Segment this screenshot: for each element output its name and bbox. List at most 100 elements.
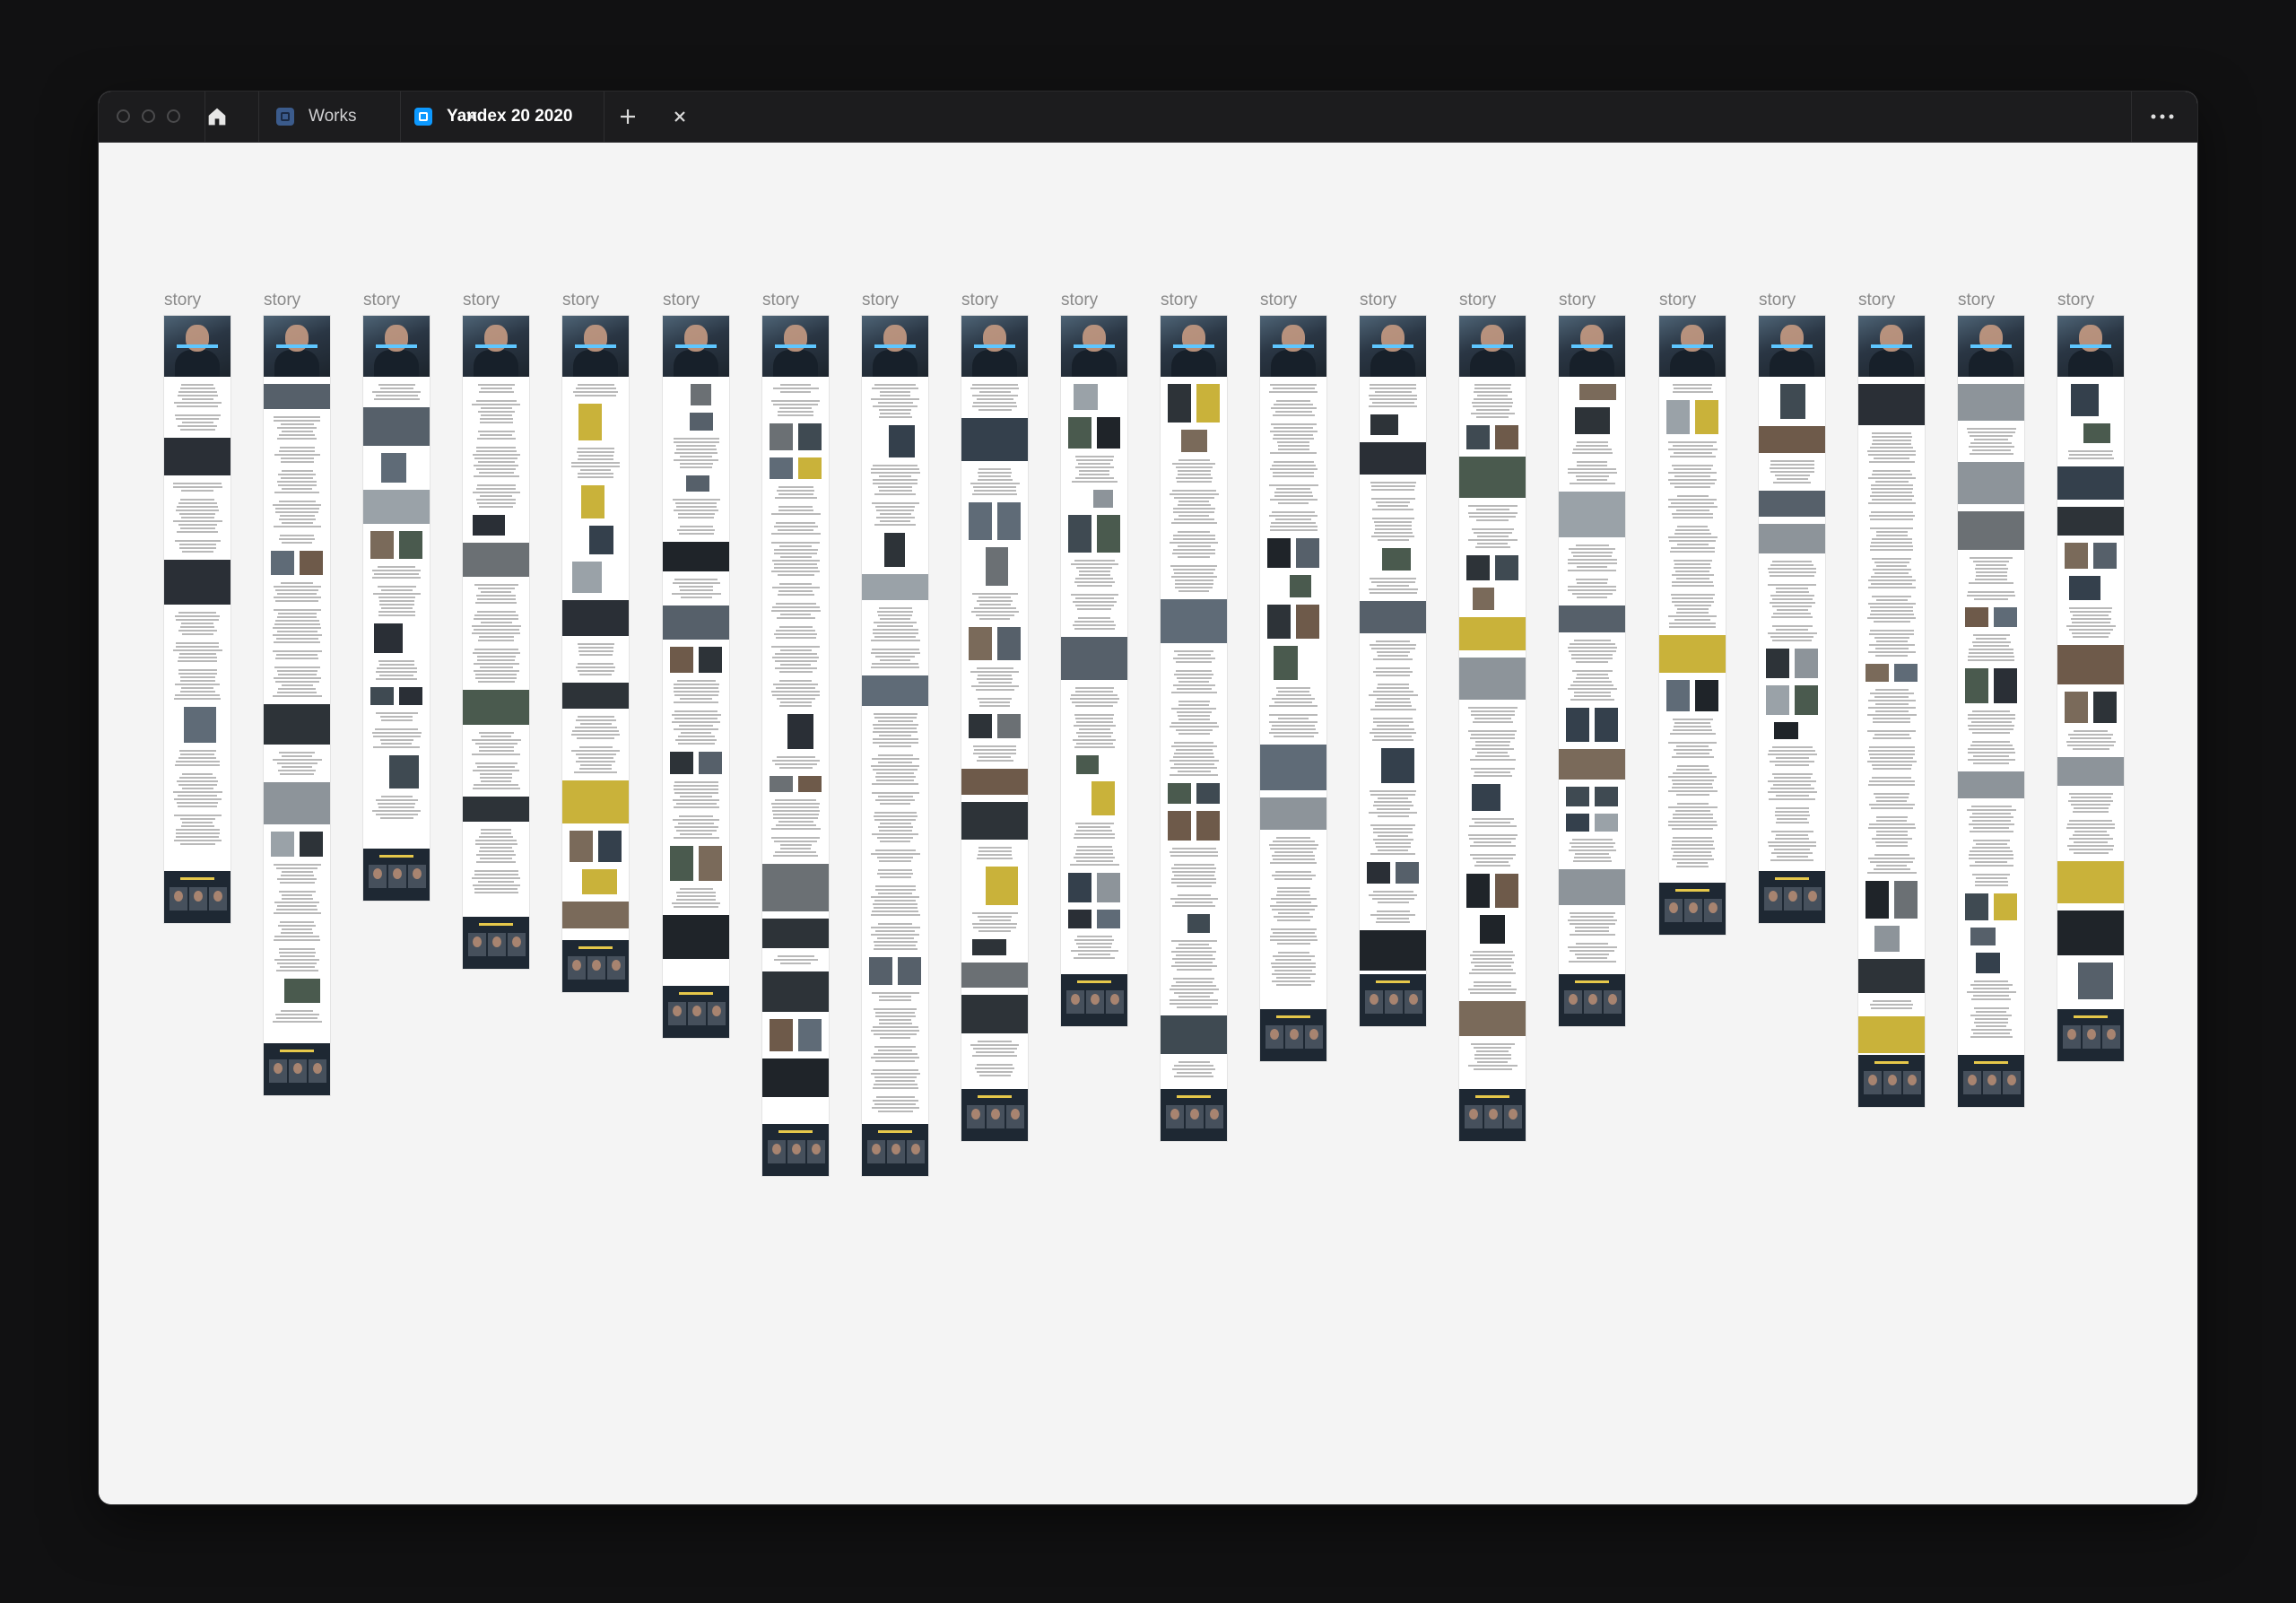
text-line <box>1967 595 2015 597</box>
text-line <box>479 506 513 508</box>
frame-photo <box>1566 708 1589 742</box>
frame-label[interactable]: story <box>663 291 700 310</box>
story-frame[interactable] <box>1161 316 1227 1141</box>
frame-label[interactable]: story <box>961 291 998 310</box>
story-frame[interactable] <box>1958 316 2024 1107</box>
text-line <box>1377 651 1410 653</box>
text-line <box>1171 745 1217 747</box>
text-line <box>1372 402 1414 404</box>
text-line <box>778 411 813 413</box>
frame-label[interactable]: story <box>1360 291 1396 310</box>
frame-label[interactable]: story <box>1759 291 1796 310</box>
text-line <box>478 681 515 683</box>
design-canvas[interactable]: story story story story story story story story… <box>99 143 2197 1504</box>
story-frame[interactable] <box>961 316 1028 1141</box>
story-frame[interactable] <box>1659 316 1726 935</box>
story-frame[interactable] <box>1360 316 1426 1026</box>
story-frame[interactable] <box>1260 316 1326 1061</box>
more-horizontal-icon[interactable] <box>2149 108 2176 126</box>
text-line <box>1876 599 1908 601</box>
frame-label[interactable]: story <box>1858 291 1895 310</box>
text-line <box>376 671 417 673</box>
text-line <box>773 814 819 815</box>
tab-yandex-20-2020[interactable]: Yandex 20 2020 <box>414 91 685 142</box>
frame-label[interactable]: story <box>363 291 400 310</box>
window-minimize-control[interactable] <box>142 109 155 123</box>
text-line <box>1771 616 1813 618</box>
frame-label[interactable]: story <box>1559 291 1596 310</box>
frame-photo <box>2057 645 2124 684</box>
frame-label[interactable]: story <box>164 291 201 310</box>
frame-label[interactable]: story <box>1061 291 1098 310</box>
text-line <box>874 1084 918 1085</box>
frame-photo <box>1061 637 1127 680</box>
text-line <box>1374 801 1412 803</box>
story-frame[interactable] <box>862 316 928 1176</box>
frame-label[interactable]: story <box>862 291 899 310</box>
text-line <box>1672 787 1713 788</box>
text-line <box>277 427 317 429</box>
text-line <box>973 486 1016 488</box>
text-line <box>1170 989 1219 990</box>
story-frame[interactable] <box>762 316 829 1176</box>
text-line <box>879 490 912 492</box>
frame-label[interactable]: story <box>1459 291 1496 310</box>
story-frame[interactable] <box>663 316 729 1038</box>
frame-label[interactable]: story <box>762 291 799 310</box>
story-frame[interactable] <box>363 316 430 901</box>
story-frame[interactable] <box>2057 316 2124 1061</box>
text-line <box>872 992 919 994</box>
text-line <box>875 889 916 891</box>
story-frame[interactable] <box>562 316 629 992</box>
home-icon[interactable] <box>204 104 230 129</box>
text-line <box>674 826 718 828</box>
text-line <box>1371 581 1415 583</box>
text-line <box>1175 583 1213 585</box>
story-frame[interactable] <box>164 316 230 923</box>
text-line <box>1178 474 1211 475</box>
story-frame[interactable] <box>1858 316 1925 1107</box>
text-line <box>580 764 612 766</box>
frame-label[interactable]: story <box>562 291 599 310</box>
frame-label[interactable]: story <box>1161 291 1197 310</box>
text-line <box>1675 571 1709 572</box>
frame-photo <box>374 623 403 653</box>
plus-icon[interactable] <box>617 106 639 127</box>
window-close-control[interactable] <box>117 109 130 123</box>
text-line <box>1270 431 1318 432</box>
text-line <box>578 647 613 649</box>
text-line <box>771 610 821 612</box>
frame-label[interactable]: story <box>463 291 500 310</box>
text-line <box>178 757 216 759</box>
text-line <box>1074 837 1115 839</box>
text-line <box>1075 578 1113 579</box>
frame-photo <box>399 687 422 705</box>
text-line <box>1968 752 2015 754</box>
story-frame[interactable] <box>463 316 529 969</box>
text-line <box>1668 806 1718 808</box>
story-frame[interactable] <box>1459 316 1526 1141</box>
text-line <box>1876 865 1907 867</box>
frame-label[interactable]: story <box>1659 291 1696 310</box>
text-line <box>1271 423 1317 425</box>
frame-label[interactable]: story <box>1958 291 1995 310</box>
close-icon[interactable] <box>671 108 689 126</box>
text-line <box>579 746 613 748</box>
text-line <box>1274 427 1313 429</box>
frame-label[interactable]: story <box>2057 291 2094 310</box>
text-line <box>1272 909 1315 910</box>
story-frame[interactable] <box>1759 316 1825 923</box>
text-line <box>173 483 222 484</box>
story-frame[interactable] <box>1559 316 1625 1026</box>
text-line <box>681 732 711 734</box>
frame-label[interactable]: story <box>264 291 300 310</box>
text-line <box>1178 944 1209 945</box>
frame-label[interactable]: story <box>1260 291 1297 310</box>
frame-photo <box>699 752 722 774</box>
text-line <box>871 1073 920 1075</box>
story-frame[interactable] <box>1061 316 1127 1026</box>
text-line <box>580 723 612 725</box>
story-frame[interactable] <box>264 316 330 1095</box>
text-line <box>1174 992 1213 994</box>
window-zoom-control[interactable] <box>167 109 180 123</box>
